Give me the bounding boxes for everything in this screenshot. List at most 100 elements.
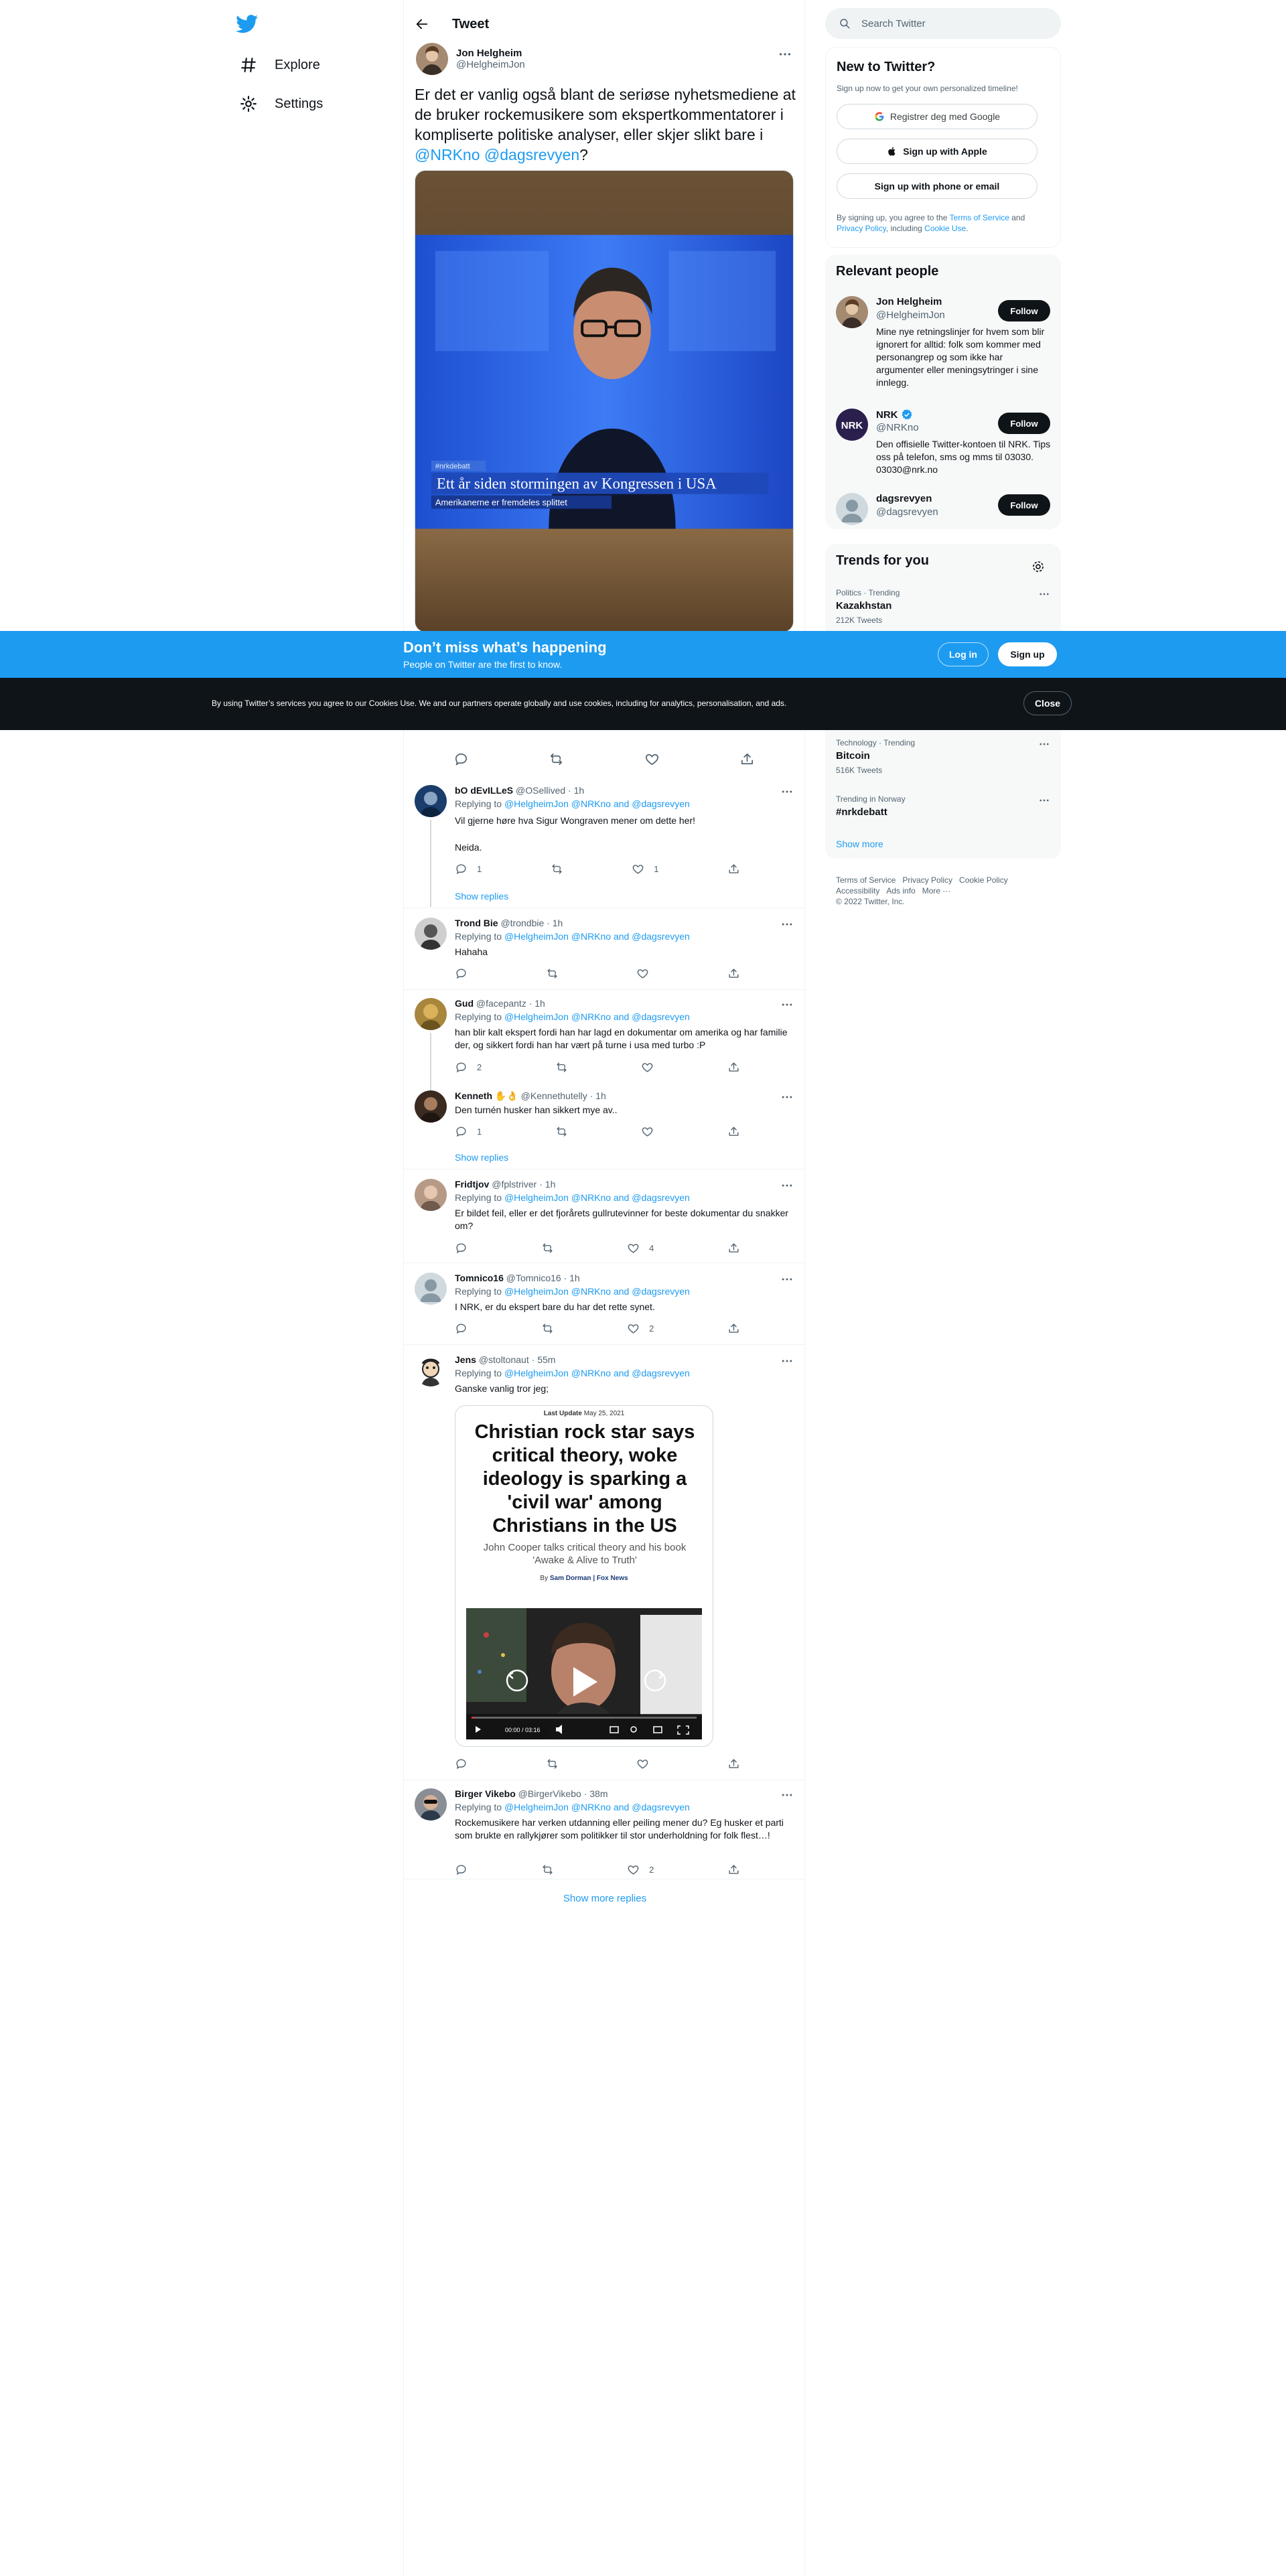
reply-name[interactable]: Tomnico16 [455, 1273, 504, 1283]
mention-nrk[interactable]: @NRKno [415, 146, 480, 163]
reply-action[interactable]: 1 [455, 1125, 482, 1138]
google-signup-button[interactable]: Registrer deg med Google [837, 104, 1038, 129]
reply-time[interactable]: 38m [589, 1788, 608, 1799]
trend-item[interactable]: Trending in Norway #nrkdebatt [836, 794, 1050, 818]
reply-time[interactable]: 1h [534, 998, 545, 1009]
avatar[interactable] [415, 918, 447, 950]
reply-action[interactable] [455, 1758, 468, 1770]
replying-users[interactable]: @HelgheimJon @NRKno and @dagsrevyen [504, 1011, 690, 1022]
reply-tweet[interactable]: Fridtjov @fplstriver · 1h Replying to @H… [404, 1179, 806, 1263]
mention-dagsrevyen[interactable]: @dagsrevyen [484, 146, 579, 163]
share-action[interactable] [739, 752, 755, 767]
search-box[interactable] [825, 8, 1061, 39]
avatar[interactable] [415, 785, 447, 817]
gear-icon[interactable] [1031, 560, 1045, 573]
follow-button[interactable]: Follow [998, 494, 1050, 516]
more-icon[interactable] [780, 1090, 794, 1104]
reply-tweet[interactable]: Gud @facepantz · 1h Replying to @Helghei… [404, 998, 806, 1092]
person-card[interactable]: NRK NRK @NRKno Den offisielle Twitter-ko… [836, 409, 1050, 476]
reply-name[interactable]: Kenneth [455, 1090, 492, 1101]
avatar[interactable] [416, 43, 448, 75]
like-action[interactable] [641, 1061, 654, 1074]
tweet-media[interactable]: #nrkdebatt Ett år siden stormingen av Ko… [415, 170, 794, 632]
retweet-action[interactable] [549, 752, 564, 767]
avatar[interactable] [836, 493, 868, 525]
reply-time[interactable]: 1h [569, 1273, 580, 1283]
reply-action[interactable]: 2 [455, 1061, 482, 1074]
reply-time[interactable]: 1h [595, 1090, 606, 1101]
like-action[interactable] [636, 967, 649, 980]
reply-handle[interactable]: @BirgerVikebo [518, 1788, 581, 1799]
like-action[interactable] [644, 752, 660, 767]
reply-handle[interactable]: @OSellived [516, 785, 565, 796]
replying-users[interactable]: @HelgheimJon @NRKno and @dagsrevyen [504, 1802, 690, 1812]
nav-settings[interactable]: Settings [234, 87, 328, 121]
apple-signup-button[interactable]: Sign up with Apple [837, 139, 1038, 164]
reply-name[interactable]: Birger Vikebo [455, 1788, 516, 1799]
reply-tweet[interactable]: Tomnico16 @Tomnico16 · 1h Replying to @H… [404, 1273, 806, 1345]
cookie-close-button[interactable]: Close [1023, 691, 1072, 715]
show-replies-link[interactable]: Show replies [455, 1152, 508, 1163]
privacy-link[interactable]: Privacy Policy [837, 224, 886, 233]
show-more-replies-link[interactable]: Show more replies [404, 1893, 806, 1904]
reply-action[interactable] [455, 1242, 468, 1255]
retweet-action[interactable] [546, 1758, 559, 1770]
avatar[interactable] [415, 1354, 447, 1386]
reply-action[interactable]: 1 [455, 863, 482, 875]
person-name[interactable]: Jon Helgheim [876, 296, 942, 307]
more-icon[interactable] [780, 1179, 794, 1192]
reply-name[interactable]: bO dEvILLeS [455, 785, 513, 796]
back-arrow-icon[interactable] [415, 17, 429, 31]
avatar[interactable] [415, 998, 447, 1030]
person-name[interactable]: dagsrevyen [876, 493, 932, 504]
nav-explore[interactable]: Explore [234, 48, 326, 82]
person-handle[interactable]: @HelgheimJon [876, 309, 945, 321]
share-action[interactable] [727, 1242, 740, 1255]
retweet-action[interactable] [551, 863, 563, 875]
person-name[interactable]: NRK [876, 409, 913, 421]
footer-cookie[interactable]: Cookie Policy [959, 875, 1008, 885]
reply-handle[interactable]: @trondbie [500, 918, 544, 928]
footer-privacy[interactable]: Privacy Policy [902, 875, 952, 885]
reply-time[interactable]: 1h [545, 1179, 556, 1190]
share-action[interactable] [727, 1758, 740, 1770]
reply-action[interactable] [455, 967, 468, 980]
like-action[interactable]: 1 [632, 863, 658, 875]
avatar[interactable]: NRK [836, 409, 868, 441]
retweet-action[interactable] [541, 1863, 554, 1876]
search-input[interactable] [861, 17, 1035, 29]
share-action[interactable] [727, 1863, 740, 1876]
more-icon[interactable] [780, 998, 794, 1011]
twitter-logo-icon[interactable] [236, 15, 259, 33]
more-icon[interactable] [778, 47, 792, 62]
avatar[interactable] [415, 1273, 447, 1305]
retweet-action[interactable] [541, 1322, 554, 1335]
replying-users[interactable]: @HelgheimJon @NRKno and @dagsrevyen [504, 1192, 690, 1203]
more-icon[interactable] [1038, 738, 1050, 750]
person-card[interactable]: Jon Helgheim @HelgheimJon Mine nye retni… [836, 296, 1050, 397]
reply-time[interactable]: 1h [553, 918, 563, 928]
like-action[interactable]: 4 [627, 1242, 654, 1255]
reply-tweet[interactable]: bO dEvILLeS @OSellived · 1h Replying to … [404, 785, 806, 908]
replying-users[interactable]: @HelgheimJon @NRKno and @dagsrevyen [504, 798, 690, 809]
phone-signup-button[interactable]: Sign up with phone or email [837, 173, 1038, 199]
retweet-action[interactable] [546, 967, 559, 980]
reply-handle[interactable]: @Tomnico16 [506, 1273, 561, 1283]
share-action[interactable] [727, 1125, 740, 1138]
login-button[interactable]: Log in [938, 642, 989, 666]
like-action[interactable]: 2 [627, 1863, 654, 1876]
footer-terms[interactable]: Terms of Service [836, 875, 896, 885]
share-action[interactable] [727, 863, 740, 875]
more-icon[interactable] [780, 785, 794, 798]
reply-action[interactable] [455, 1322, 468, 1335]
more-icon[interactable] [780, 918, 794, 931]
reply-name[interactable]: Jens [455, 1354, 476, 1365]
retweet-action[interactable] [555, 1061, 568, 1074]
more-icon[interactable] [780, 1273, 794, 1286]
trend-item[interactable]: Politics · Trending Kazakhstan 212K Twee… [836, 588, 1050, 625]
terms-link[interactable]: Terms of Service [950, 213, 1009, 222]
reply-time[interactable]: 55m [537, 1354, 555, 1365]
follow-button[interactable]: Follow [998, 413, 1050, 434]
replying-users[interactable]: @HelgheimJon @NRKno and @dagsrevyen [504, 931, 690, 942]
like-action[interactable] [636, 1758, 649, 1770]
